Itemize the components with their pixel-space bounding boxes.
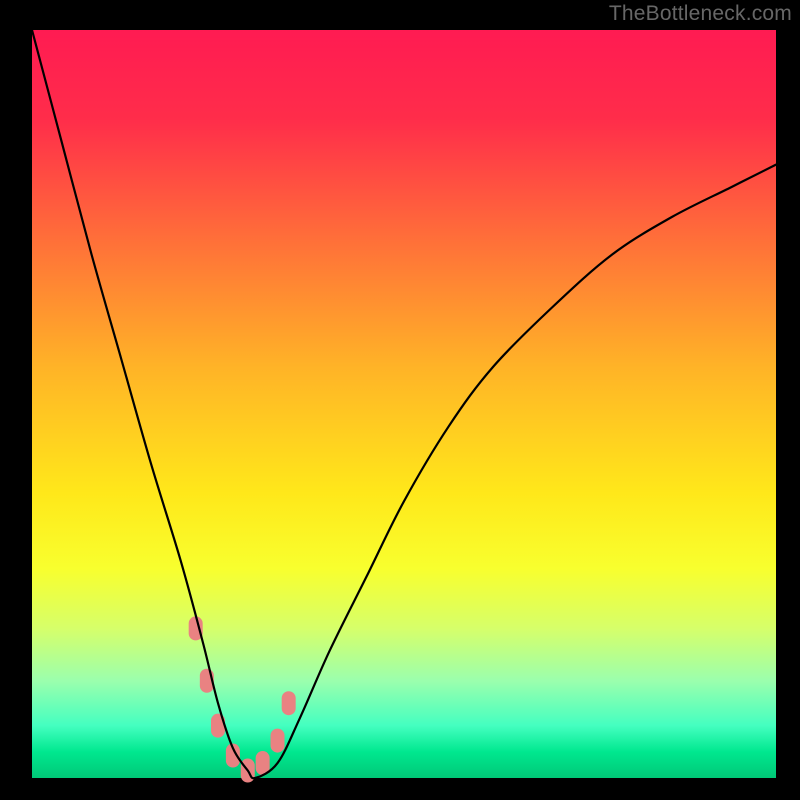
marker-point (282, 691, 296, 715)
chart-frame: TheBottleneck.com (0, 0, 800, 800)
marker-point (271, 729, 285, 753)
watermark-text: TheBottleneck.com (609, 2, 792, 26)
plot-background (32, 30, 776, 778)
bottleneck-chart (0, 0, 800, 800)
